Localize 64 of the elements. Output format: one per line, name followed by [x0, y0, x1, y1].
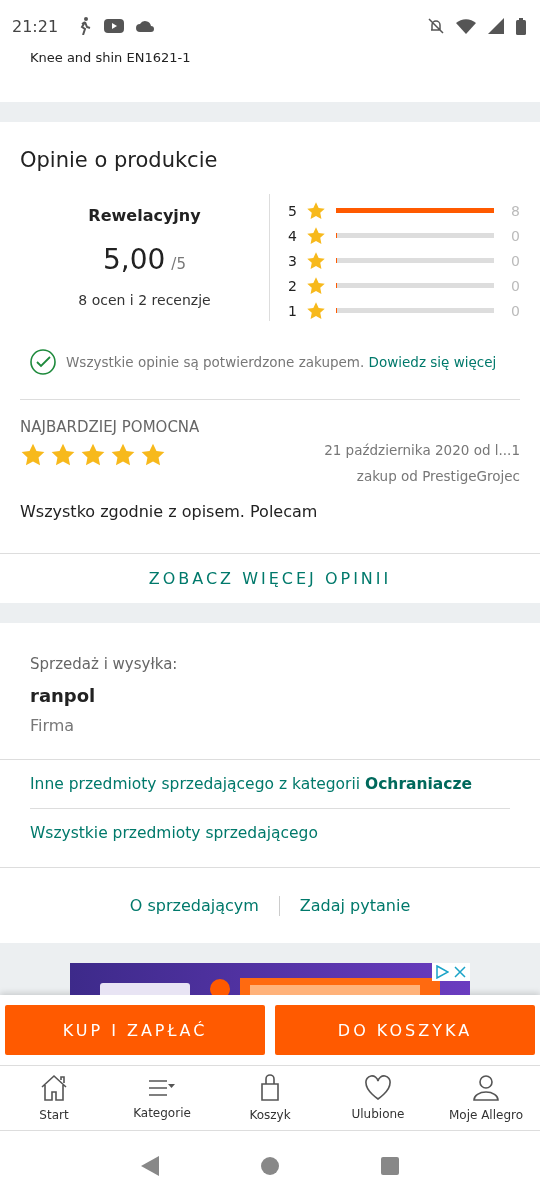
home-icon — [39, 1074, 69, 1102]
buy-button[interactable]: KUP I ZAPŁAĆ — [5, 1005, 265, 1055]
rating-verdict: Rewelacyjny — [88, 206, 201, 225]
rating-count-value: 0 — [510, 252, 520, 269]
signal-icon — [488, 18, 504, 34]
check-circle-icon — [30, 349, 56, 375]
review-heading: NAJBARDZIEJ POMOCNA — [20, 418, 201, 436]
play-icon[interactable] — [435, 965, 449, 979]
star-icon — [306, 300, 326, 321]
buy-button[interactable]: DO KOSZYKA — [275, 1005, 535, 1055]
star-icon — [80, 442, 106, 468]
tab-bar-item[interactable]: Koszyk — [216, 1066, 324, 1130]
rating-count-value: 0 — [510, 227, 520, 244]
rating-count-value: 8 — [510, 202, 520, 219]
star-icon — [140, 442, 166, 468]
score-max: /5 — [171, 255, 186, 273]
learn-more-link[interactable]: Dowiedz się więcej — [368, 354, 497, 370]
star-icon — [306, 250, 326, 271]
video-icon — [104, 19, 125, 33]
user-icon — [472, 1074, 500, 1102]
close-icon[interactable] — [453, 965, 467, 979]
seller-name: ranpol — [30, 685, 97, 706]
review-date: 21 października 2020 od l...1 — [324, 442, 520, 458]
tab-bar-item[interactable]: Start — [0, 1066, 108, 1130]
seller-action-link[interactable]: Zadaj pytanie — [279, 896, 431, 915]
rating-count: 8 ocen i 2 recenzje — [78, 292, 211, 308]
star-icon — [306, 225, 326, 246]
section-title: Opinie o produkcie — [20, 148, 219, 172]
tab-bar-item[interactable]: Moje Allegro — [432, 1066, 540, 1130]
seller-type: Firma — [30, 716, 76, 735]
seller-link[interactable]: Inne przedmioty sprzedającego z kategorii Ochraniacze — [30, 760, 510, 808]
average-score: 5,00 — [103, 243, 166, 276]
star-level-label: 4 — [288, 227, 298, 244]
review-text: Wszystko zgodnie z opisem. Polecam — [20, 502, 319, 521]
heart-icon — [364, 1075, 392, 1101]
star-icon — [110, 442, 136, 468]
star-level-label: 5 — [288, 202, 298, 219]
star-level-label: 2 — [288, 277, 298, 294]
star-level-label: 1 — [288, 302, 298, 319]
home-icon[interactable] — [261, 1156, 279, 1175]
wifi-icon — [456, 18, 476, 34]
product-title: Knee and shin EN1621-1 — [30, 50, 191, 65]
seller-action-link[interactable]: O sprzedającym — [109, 896, 279, 915]
star-icon — [306, 200, 326, 221]
bag-icon — [259, 1074, 281, 1102]
star-icon — [20, 442, 46, 468]
rating-count-value: 0 — [510, 302, 520, 319]
tab-bar-item[interactable]: Ulubione — [324, 1066, 432, 1130]
clock: 21:21 — [12, 16, 59, 36]
rating-count-value: 0 — [510, 277, 520, 294]
bell-off-icon — [428, 18, 444, 34]
battery-icon — [516, 17, 526, 35]
review-seller: zakup od PrestigeGrojec — [356, 468, 520, 484]
seller-link[interactable]: Wszystkie przedmioty sprzedającego — [30, 809, 510, 857]
tab-bar-item[interactable]: Kategorie — [108, 1066, 216, 1130]
seller-label: Sprzedaż i wysyłka: — [30, 655, 179, 673]
walking-icon — [78, 17, 93, 35]
star-icon — [306, 275, 326, 296]
back-icon[interactable] — [141, 1155, 159, 1176]
star-level-label: 3 — [288, 252, 298, 269]
recents-icon[interactable] — [381, 1156, 399, 1175]
cloud-icon — [136, 20, 155, 32]
star-icon — [50, 442, 76, 468]
verified-note: Wszystkie opinie są potwierdzone zakupem. Dowiedz się więcej — [66, 354, 497, 370]
